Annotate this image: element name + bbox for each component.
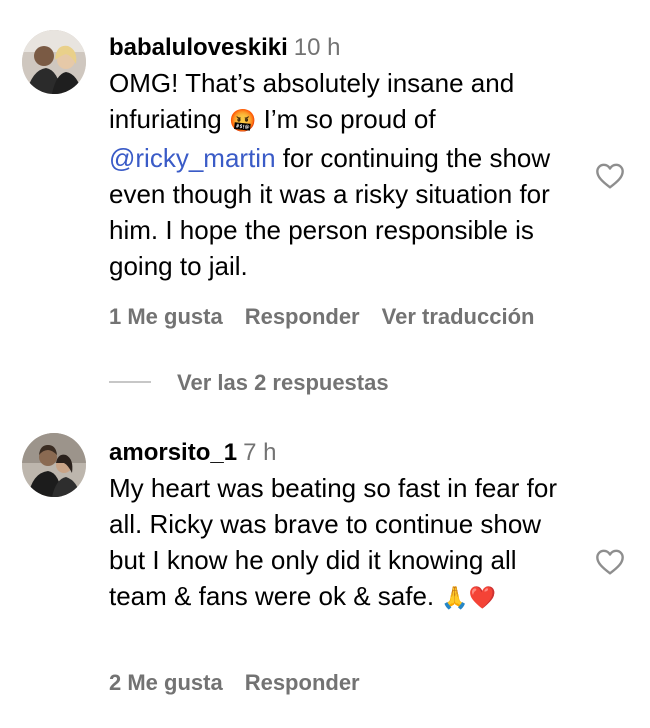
mention-link[interactable]: @ricky_martin <box>109 143 276 173</box>
emoji: 🤬 <box>228 109 257 134</box>
view-replies-button[interactable]: Ver las 2 respuestas <box>109 370 389 398</box>
comment-actions: 1 Me gusta Responder Ver traducción <box>109 304 556 330</box>
reply-button[interactable]: Responder <box>245 304 360 329</box>
emoji: 🙏❤️ <box>441 586 497 611</box>
comment-text-part: I’m so proud of <box>256 104 436 134</box>
divider-line <box>109 381 151 384</box>
reply-button[interactable]: Responder <box>245 670 360 695</box>
username[interactable]: babaluloveskiki <box>109 34 288 61</box>
timestamp[interactable]: 10 h <box>294 34 341 61</box>
comment-text: OMG! That’s absolutely insane and infuri… <box>109 65 579 284</box>
timestamp[interactable]: 7 h <box>243 439 276 466</box>
comment-header: babaluloveskiki 10 h <box>109 33 579 63</box>
avatar[interactable] <box>22 433 86 497</box>
heart-outline-icon[interactable] <box>594 546 626 578</box>
translate-button[interactable]: Ver traducción <box>382 304 535 329</box>
username[interactable]: amorsito_1 <box>109 439 237 466</box>
heart-outline-icon[interactable] <box>594 160 626 192</box>
comment-header: amorsito_1 7 h <box>109 438 579 468</box>
avatar[interactable] <box>22 30 86 94</box>
likes-count[interactable]: 2 Me gusta <box>109 670 223 695</box>
view-replies-label: Ver las 2 respuestas <box>177 370 389 395</box>
likes-count[interactable]: 1 Me gusta <box>109 304 223 329</box>
comment-text: My heart was beating so fast in fear for… <box>109 470 579 617</box>
comment-actions: 2 Me gusta Responder <box>109 670 382 696</box>
